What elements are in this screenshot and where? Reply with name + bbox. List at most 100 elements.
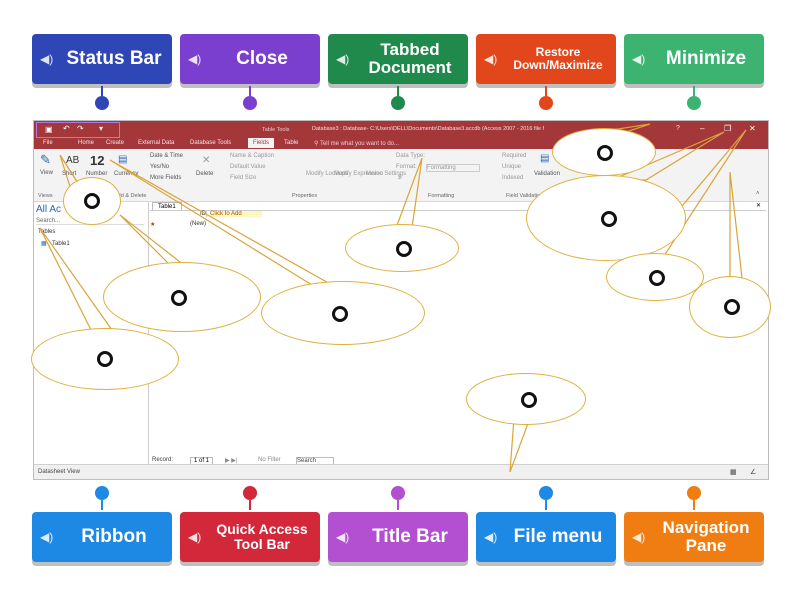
marker-circle-icon[interactable] — [724, 299, 740, 315]
column-header-id[interactable]: ID — [168, 211, 207, 217]
tile-ribbon[interactable]: ◀) Ribbon — [32, 512, 172, 562]
callout-bubble[interactable] — [689, 276, 771, 338]
callout-bubble[interactable] — [31, 328, 179, 390]
design-view-icon[interactable]: ∠ — [750, 468, 756, 476]
tell-me-box[interactable]: ⚲ Tell me what you want to do... — [314, 140, 399, 147]
help-icon[interactable]: ? — [676, 125, 680, 132]
datasheet-view-icon[interactable]: ▦ — [730, 468, 737, 476]
tile-tabbed-document[interactable]: ◀) Tabbed Document — [328, 34, 468, 84]
marker-circle-icon[interactable] — [649, 270, 665, 286]
validation-icon[interactable]: ▤ — [540, 153, 549, 164]
tile-label: Ribbon — [81, 526, 147, 548]
quick-access-toolbar[interactable]: ▣ ↶ ↷ ▾ — [36, 122, 120, 138]
formatting-dropdown[interactable]: Formatting — [426, 164, 480, 172]
record-nav-arrows[interactable]: ▶ ▶| — [225, 457, 237, 464]
field-size-button[interactable]: Field Size — [230, 175, 256, 181]
marker-circle-icon[interactable] — [171, 290, 187, 306]
tell-me-text: Tell me what you want to do... — [319, 141, 399, 147]
new-record-indicator: ★ — [150, 222, 156, 228]
dollar-button[interactable]: $ — [398, 175, 401, 181]
view-button[interactable]: View — [40, 170, 53, 176]
callout-bubble[interactable] — [261, 281, 425, 345]
format-label: Format: — [396, 164, 417, 170]
drop-pin — [391, 96, 405, 110]
pin-stem — [101, 500, 103, 510]
unique-checkbox[interactable]: Unique — [502, 164, 521, 170]
status-text: Datasheet View — [38, 469, 80, 475]
data-type-label: Data Type: — [396, 153, 425, 159]
tile-minimize[interactable]: ◀) Minimize — [624, 34, 764, 84]
marker-circle-icon[interactable] — [84, 193, 100, 209]
close-icon[interactable]: ✕ — [749, 124, 756, 133]
delete-icon[interactable]: ✕ — [202, 155, 210, 166]
short-text-button[interactable]: Short — [62, 171, 76, 177]
delete-button[interactable]: Delete — [196, 171, 213, 177]
speaker-icon: ◀) — [336, 52, 350, 66]
date-time-button[interactable]: Date & Time — [150, 153, 183, 159]
nav-section-tables[interactable]: Tables — [38, 229, 55, 235]
no-filter-indicator[interactable]: No Filter — [258, 457, 281, 463]
nav-header[interactable]: All Ac — [36, 204, 61, 215]
tab-external-data[interactable]: External Data — [138, 140, 174, 146]
nav-item-table1[interactable]: Table1 — [52, 241, 70, 247]
pin-stem — [545, 500, 547, 510]
tab-home[interactable]: Home — [78, 140, 94, 146]
validation-button[interactable]: Validation — [534, 171, 560, 177]
tile-label: Restore Down/Maximize — [513, 45, 603, 72]
yes-no-button[interactable]: Yes/No — [150, 164, 169, 170]
marker-circle-icon[interactable] — [332, 306, 348, 322]
callout-bubble[interactable] — [552, 128, 656, 176]
pin-stem — [545, 86, 547, 96]
marker-circle-icon[interactable] — [396, 241, 412, 257]
tile-file-menu[interactable]: ◀) File menu — [476, 512, 616, 562]
tab-file[interactable]: File — [43, 140, 53, 146]
currency-icon[interactable]: ▤ — [118, 154, 127, 165]
callout-bubble[interactable] — [103, 262, 261, 332]
required-checkbox[interactable]: Required — [502, 153, 526, 159]
currency-button[interactable]: Currency — [114, 171, 138, 177]
pin-stem — [693, 500, 695, 510]
indexed-checkbox[interactable]: Indexed — [502, 175, 523, 181]
save-icon[interactable]: ▣ — [45, 125, 53, 134]
undo-icon[interactable]: ↶ — [63, 124, 70, 133]
more-fields-button[interactable]: More Fields — [150, 175, 181, 181]
speaker-icon: ◀) — [632, 530, 646, 544]
callout-bubble[interactable] — [526, 175, 686, 261]
marker-circle-icon[interactable] — [97, 351, 113, 367]
tab-create[interactable]: Create — [106, 140, 124, 146]
number-icon[interactable]: 12 — [90, 153, 104, 168]
callout-bubble[interactable] — [63, 177, 121, 225]
restore-icon[interactable]: ❐ — [724, 124, 731, 133]
drop-pin — [687, 486, 701, 500]
name-caption-button[interactable]: Name & Caption — [230, 153, 274, 159]
default-value-button[interactable]: Default Value — [230, 164, 266, 170]
tile-quick-access-toolbar[interactable]: ◀) Quick Access Tool Bar — [180, 512, 320, 562]
new-record-cell[interactable]: (New) — [190, 221, 206, 227]
tile-navigation-pane[interactable]: ◀) Navigation Pane — [624, 512, 764, 562]
marker-circle-icon[interactable] — [601, 211, 617, 227]
marker-circle-icon[interactable] — [521, 392, 537, 408]
tab-fields[interactable]: Fields — [248, 138, 275, 148]
tile-close[interactable]: ◀) Close — [180, 34, 320, 84]
view-icon[interactable]: ✎ — [40, 152, 51, 168]
callout-bubble[interactable] — [466, 373, 586, 425]
tile-restore-maximize[interactable]: ◀) Restore Down/Maximize — [476, 34, 616, 84]
speaker-icon: ◀) — [188, 52, 202, 66]
collapse-ribbon-icon[interactable]: ˄ — [756, 191, 760, 197]
speaker-icon: ◀) — [40, 52, 54, 66]
short-text-icon[interactable]: AB — [66, 155, 79, 166]
tile-status-bar[interactable]: ◀) Status Bar — [32, 34, 172, 84]
redo-icon[interactable]: ↷ — [77, 124, 84, 133]
callout-bubble[interactable] — [345, 224, 459, 272]
drop-pin — [539, 486, 553, 500]
marker-circle-icon[interactable] — [597, 145, 613, 161]
column-header-click-to-add[interactable]: Click to Add — [210, 211, 262, 217]
customize-qat-icon[interactable]: ▾ — [99, 124, 103, 133]
tile-title-bar[interactable]: ◀) Title Bar — [328, 512, 468, 562]
tab-database-tools[interactable]: Database Tools — [190, 140, 231, 146]
speaker-icon: ◀) — [484, 530, 498, 544]
callout-bubble[interactable] — [606, 253, 704, 301]
close-document-icon[interactable]: ✕ — [756, 202, 761, 209]
minimize-icon[interactable]: – — [700, 124, 704, 133]
tab-table[interactable]: Table — [284, 140, 298, 146]
